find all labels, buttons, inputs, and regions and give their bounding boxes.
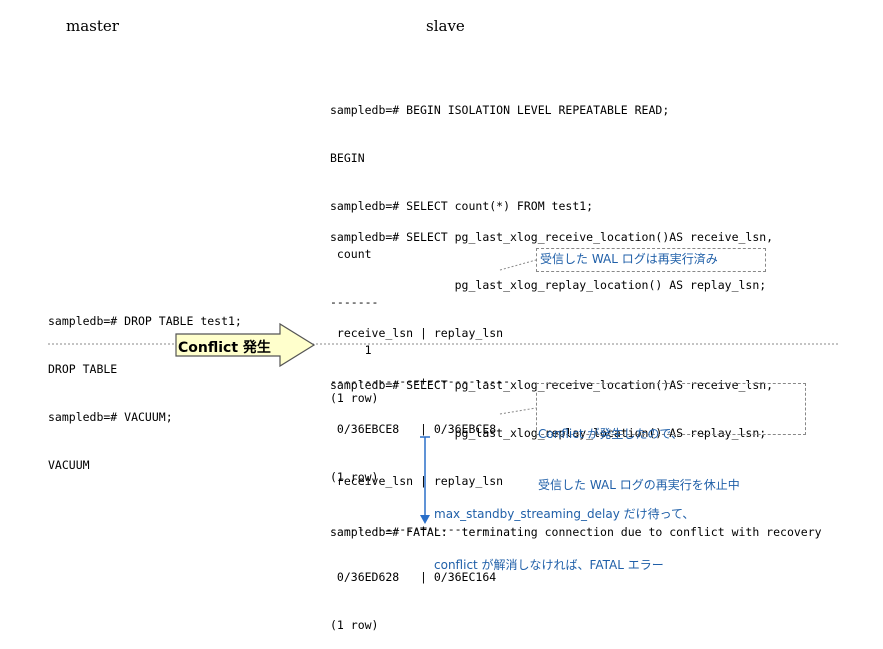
master-block: sampledb=# DROP TABLE test1; DROP TABLE … [48,281,242,489]
terminal-line: BEGIN [330,151,365,165]
annotation-delay-line-2: conflict が解消しなければ、FATAL エラー [434,558,664,572]
terminal-line: (1 row) [330,618,379,632]
terminal-line: sampledb=# BEGIN ISOLATION LEVEL REPEATA… [330,103,670,117]
terminal-line: DROP TABLE [48,362,118,376]
annotation-delay-line-1: max_standby_streaming_delay だけ待って、 [434,507,695,521]
terminal-line: sampledb=# VACUUM; [48,410,173,424]
terminal-line: receive_lsn | replay_lsn [330,326,504,340]
terminal-line: pg_last_xlog_replay_location() AS replay… [330,278,767,292]
terminal-line: sampledb=# DROP TABLE test1; [48,314,242,328]
annotation-replayed: 受信した WAL ログは再実行済み [540,252,718,266]
terminal-line: sampledb=# SELECT pg_last_xlog_receive_l… [330,230,774,244]
annotation-paused-line-1: Conflict が発生したので、 [538,427,683,441]
fatal-line: sampledb=# FATAL: terminating connection… [330,525,822,539]
terminal-line: VACUUM [48,458,90,472]
